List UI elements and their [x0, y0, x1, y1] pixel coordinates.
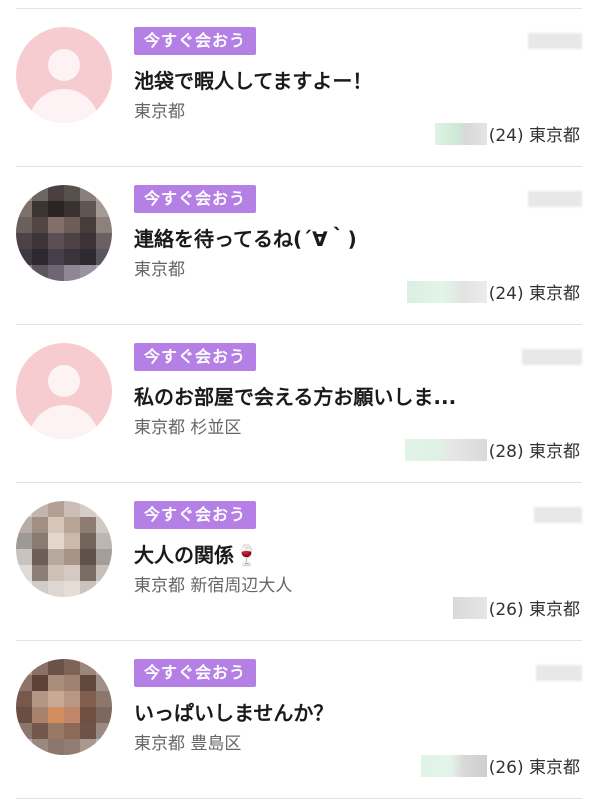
user-meta: (26) 東京都 — [420, 753, 580, 778]
post-area: 東京都 豊島区 — [134, 734, 242, 754]
post-area: 東京都 — [134, 102, 185, 122]
post-area: 東京都 — [134, 260, 185, 280]
username-redacted — [452, 596, 487, 619]
post-title: 連絡を待ってるね(´∀｀) — [134, 227, 357, 251]
avatar[interactable] — [16, 501, 112, 597]
username-redacted — [406, 280, 487, 303]
username-redacted — [434, 122, 487, 145]
status-badge: 今すぐ会おう — [134, 27, 257, 55]
status-badge: 今すぐ会おう — [134, 343, 257, 371]
avatar[interactable] — [16, 343, 112, 439]
user-meta: (26) 東京都 — [452, 595, 580, 620]
avatar[interactable] — [16, 185, 112, 281]
username-redacted — [404, 438, 487, 461]
status-badge: 今すぐ会おう — [134, 185, 257, 213]
post-title: 私のお部屋で会える方お願いしま... — [134, 385, 457, 409]
status-badge: 今すぐ会おう — [134, 659, 257, 687]
user-meta: (24) 東京都 — [406, 279, 580, 304]
timestamp-redacted — [528, 191, 582, 207]
user-age-location: (24) 東京都 — [488, 126, 580, 146]
list-item[interactable]: 今すぐ会おう 連絡を待ってるね(´∀｀) 東京都 (24) 東京都 — [0, 167, 600, 325]
default-avatar-body-icon — [29, 405, 99, 439]
list-item[interactable]: 今すぐ会おう 大人の関係🍷 東京都 新宿周辺大人 (26) 東京都 — [0, 483, 600, 641]
user-age-location: (24) 東京都 — [488, 284, 580, 304]
timestamp-redacted — [522, 349, 582, 365]
default-avatar-body-icon — [29, 89, 99, 123]
default-avatar-head-icon — [48, 49, 80, 81]
list-item[interactable]: 今すぐ会おう いっぱいしませんか？ 東京都 豊島区 (26) 東京都 — [0, 641, 600, 799]
default-avatar-head-icon — [48, 365, 80, 397]
timestamp-redacted — [528, 33, 582, 49]
user-age-location: (26) 東京都 — [488, 600, 580, 620]
avatar[interactable] — [16, 659, 112, 755]
user-age-location: (26) 東京都 — [488, 758, 580, 778]
post-area: 東京都 新宿周辺大人 — [134, 576, 293, 596]
user-meta: (24) 東京都 — [434, 121, 580, 146]
list-item[interactable]: 今すぐ会おう 池袋で暇人してますよー！ 東京都 (24) 東京都 — [0, 9, 600, 167]
post-title: いっぱいしませんか？ — [134, 701, 334, 725]
avatar[interactable] — [16, 27, 112, 123]
post-title: 大人の関係🍷 — [134, 543, 259, 567]
post-area: 東京都 杉並区 — [134, 418, 242, 438]
list-item[interactable]: 今すぐ会おう 私のお部屋で会える方お願いしま... 東京都 杉並区 (28) 東… — [0, 325, 600, 483]
message-list: 今すぐ会おう 池袋で暇人してますよー！ 東京都 (24) 東京都 今すぐ会おう … — [0, 0, 600, 803]
status-badge: 今すぐ会おう — [134, 501, 257, 529]
user-age-location: (28) 東京都 — [488, 442, 580, 462]
timestamp-redacted — [536, 665, 582, 681]
timestamp-redacted — [534, 507, 582, 523]
post-title: 池袋で暇人してますよー！ — [134, 69, 373, 93]
user-meta: (28) 東京都 — [404, 437, 580, 462]
list-divider — [16, 798, 582, 799]
username-redacted — [420, 754, 487, 777]
